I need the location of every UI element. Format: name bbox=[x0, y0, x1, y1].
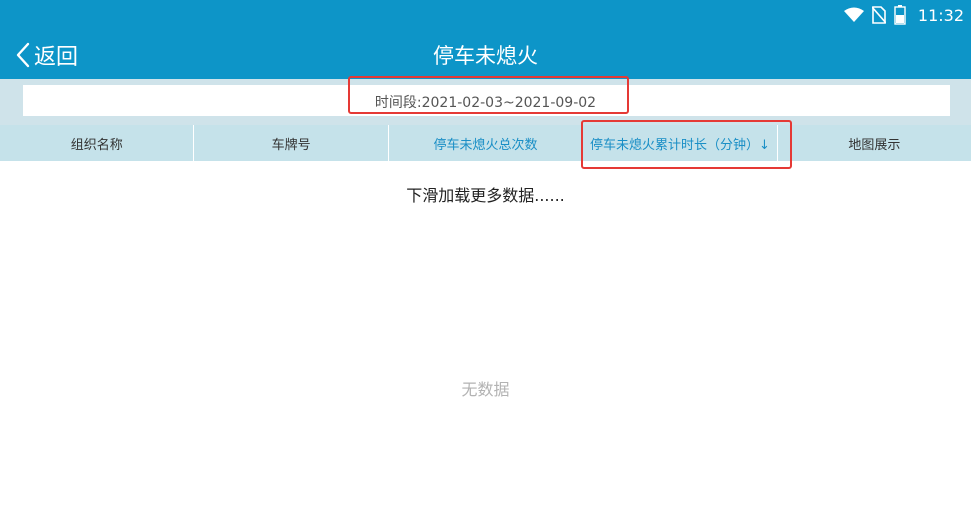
column-plate-number[interactable]: 车牌号 bbox=[194, 125, 389, 161]
column-total-duration[interactable]: 停车未熄火累计时长（分钟）↓ bbox=[583, 125, 778, 161]
column-org-name[interactable]: 组织名称 bbox=[0, 125, 195, 161]
battery-icon bbox=[894, 5, 906, 25]
clock: 11:32 bbox=[917, 5, 964, 25]
app-header: 11:32 返回 停车未熄火 bbox=[0, 0, 971, 79]
date-range-text: 时间段:2021-02-03~2021-09-02 bbox=[374, 95, 597, 111]
empty-state-text: 无数据 bbox=[461, 380, 510, 399]
status-bar: 11:32 bbox=[843, 0, 971, 30]
table-header: 组织名称 车牌号 停车未熄火总次数 停车未熄火累计时长（分钟）↓ 地图展示 bbox=[0, 125, 971, 161]
load-more-text: 下滑加载更多数据...... bbox=[406, 186, 565, 205]
column-total-count[interactable]: 停车未熄火总次数 bbox=[389, 125, 584, 161]
page-title: 停车未熄火 bbox=[433, 44, 538, 68]
no-sim-icon bbox=[871, 6, 886, 24]
column-map-view[interactable]: 地图展示 bbox=[778, 125, 971, 161]
wifi-icon bbox=[843, 7, 864, 22]
